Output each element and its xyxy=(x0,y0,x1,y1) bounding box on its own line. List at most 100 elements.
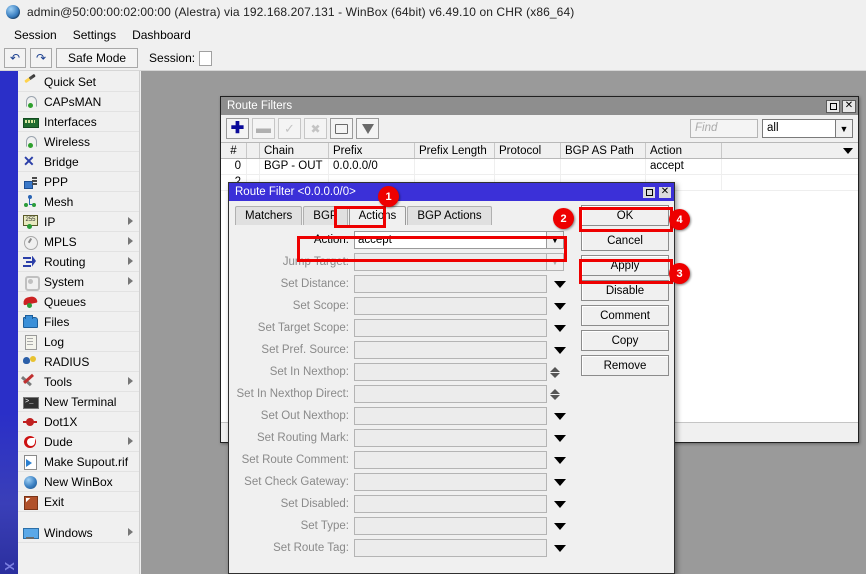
search-input[interactable]: Find xyxy=(690,119,758,138)
set-distance-input[interactable] xyxy=(354,275,547,293)
chevron-down-icon[interactable] xyxy=(549,325,571,332)
sidebar-item-mpls[interactable]: MPLS xyxy=(18,232,139,252)
tab-matchers[interactable]: Matchers xyxy=(235,206,302,225)
menu-item-settings[interactable]: Settings xyxy=(65,26,124,44)
close-icon[interactable]: ✕ xyxy=(658,186,672,199)
ok-button[interactable]: OK xyxy=(581,205,669,226)
sidebar-item-new-winbox[interactable]: New WinBox xyxy=(18,472,139,492)
set-route-tag-input[interactable] xyxy=(354,539,547,557)
chevron-down-icon[interactable] xyxy=(549,281,571,288)
column-header-extra[interactable] xyxy=(722,143,858,158)
column-header-protocol[interactable]: Protocol xyxy=(495,143,561,158)
set-routing-mark-input[interactable] xyxy=(354,429,547,447)
route-filters-titlebar[interactable]: Route Filters ✕ xyxy=(221,97,858,115)
column-header-action[interactable]: Action xyxy=(646,143,722,158)
cancel-button[interactable]: Cancel xyxy=(581,230,669,251)
set-in-nexthop-input[interactable] xyxy=(354,363,547,381)
minus-icon[interactable]: ▬ xyxy=(252,118,275,139)
funnel-icon[interactable] xyxy=(356,118,379,139)
apply-button[interactable]: Apply xyxy=(581,255,669,276)
sidebar-item-wireless[interactable]: Wireless xyxy=(18,132,139,152)
maximize-icon[interactable] xyxy=(642,186,656,199)
copy-button[interactable]: Copy xyxy=(581,330,669,351)
set-in-nexthop-direct-input[interactable] xyxy=(354,385,547,403)
chevron-down-icon[interactable]: ▼ xyxy=(547,253,564,271)
chevron-down-icon[interactable] xyxy=(549,479,571,486)
set-target-scope-input[interactable] xyxy=(354,319,547,337)
chevron-right-icon xyxy=(128,437,133,445)
chevron-down-icon[interactable] xyxy=(843,148,853,154)
column-header-prefix-length[interactable]: Prefix Length xyxy=(415,143,495,158)
column-header-chain[interactable]: Chain xyxy=(260,143,329,158)
column-header-bgp-as-path[interactable]: BGP AS Path xyxy=(561,143,646,158)
comment-icon[interactable] xyxy=(330,118,353,139)
sidebar-item-log[interactable]: Log xyxy=(18,332,139,352)
disable-button[interactable]: Disable xyxy=(581,280,669,301)
sidebar-item-interfaces[interactable]: Interfaces xyxy=(18,112,139,132)
chevron-down-icon[interactable] xyxy=(549,413,571,420)
comment-button[interactable]: Comment xyxy=(581,305,669,326)
chevron-down-icon[interactable] xyxy=(549,347,571,354)
menu-item-dashboard[interactable]: Dashboard xyxy=(124,26,199,44)
chevron-down-icon[interactable] xyxy=(549,523,571,530)
chevron-down-icon[interactable] xyxy=(549,457,571,464)
spinner-icon[interactable] xyxy=(550,389,560,400)
sidebar-item-mesh[interactable]: Mesh xyxy=(18,192,139,212)
route-filter-dialog: Route Filter <0.0.0.0/0> ✕ Matchers BGP … xyxy=(228,182,675,574)
column-header-prefix[interactable]: Prefix xyxy=(329,143,415,158)
spinner-icon[interactable] xyxy=(550,367,560,378)
plus-icon[interactable]: ✚ xyxy=(226,118,249,139)
sidebar-item-system[interactable]: System xyxy=(18,272,139,292)
sidebar-item-quick-set[interactable]: Quick Set xyxy=(18,72,139,92)
sidebar-item-queues[interactable]: Queues xyxy=(18,292,139,312)
sidebar-item-capsman[interactable]: CAPsMAN xyxy=(18,92,139,112)
sidebar-item-new-terminal[interactable]: New Terminal xyxy=(18,392,139,412)
chevron-down-icon[interactable] xyxy=(549,501,571,508)
column-header-num[interactable]: # xyxy=(221,143,247,158)
chevron-down-icon[interactable]: ▼ xyxy=(547,231,564,249)
tab-bgp[interactable]: BGP xyxy=(303,206,347,225)
sidebar-item-files[interactable]: Files xyxy=(18,312,139,332)
tab-actions[interactable]: Actions xyxy=(349,206,407,225)
filter-scope-input[interactable]: all xyxy=(762,119,836,138)
chevron-down-icon[interactable] xyxy=(549,303,571,310)
chevron-down-icon[interactable] xyxy=(549,545,571,552)
check-icon[interactable]: ✓ xyxy=(278,118,301,139)
menu-item-session[interactable]: Session xyxy=(6,26,65,44)
chevron-down-icon[interactable]: ▼ xyxy=(836,119,853,138)
action-input[interactable]: accept xyxy=(354,231,547,249)
redo-arrow-icon[interactable]: ↷ xyxy=(30,48,52,68)
set-route-comment-input[interactable] xyxy=(354,451,547,469)
sidebar-item-radius[interactable]: RADIUS xyxy=(18,352,139,372)
set-disabled-input[interactable] xyxy=(354,495,547,513)
tab-bgp-actions[interactable]: BGP Actions xyxy=(407,206,491,225)
set-check-gateway-input[interactable] xyxy=(354,473,547,491)
set-out-nexthop-input[interactable] xyxy=(354,407,547,425)
maximize-icon[interactable] xyxy=(826,100,840,113)
close-icon[interactable]: ✕ xyxy=(842,100,856,113)
sidebar-item-routing[interactable]: Routing xyxy=(18,252,139,272)
sidebar-item-ppp[interactable]: PPP xyxy=(18,172,139,192)
table-row[interactable]: 0 BGP - OUT 0.0.0.0/0 accept xyxy=(221,159,858,175)
sidebar-item-windows[interactable]: Windows xyxy=(18,523,139,543)
set-scope-input[interactable] xyxy=(354,297,547,315)
sidebar-item-make-supout[interactable]: Make Supout.rif xyxy=(18,452,139,472)
column-header-flags[interactable] xyxy=(247,143,260,158)
session-input[interactable] xyxy=(199,51,212,66)
undo-arrow-icon[interactable]: ↶ xyxy=(4,48,26,68)
chevron-down-icon[interactable] xyxy=(549,435,571,442)
set-type-input[interactable] xyxy=(354,517,547,535)
set-pref-source-input[interactable] xyxy=(354,341,547,359)
sidebar-item-dude[interactable]: Dude xyxy=(18,432,139,452)
sidebar-item-ip[interactable]: IP xyxy=(18,212,139,232)
safe-mode-button[interactable]: Safe Mode xyxy=(56,48,138,68)
badge-1: 1 xyxy=(378,186,399,207)
route-filter-dialog-titlebar[interactable]: Route Filter <0.0.0.0/0> ✕ xyxy=(229,183,674,201)
jump-target-input[interactable] xyxy=(354,253,547,271)
cross-icon[interactable]: ✖ xyxy=(304,118,327,139)
sidebar-item-dot1x[interactable]: Dot1X xyxy=(18,412,139,432)
sidebar-item-tools[interactable]: Tools xyxy=(18,372,139,392)
remove-button[interactable]: Remove xyxy=(581,355,669,376)
sidebar-item-exit[interactable]: Exit xyxy=(18,492,139,512)
sidebar-item-bridge[interactable]: Bridge xyxy=(18,152,139,172)
